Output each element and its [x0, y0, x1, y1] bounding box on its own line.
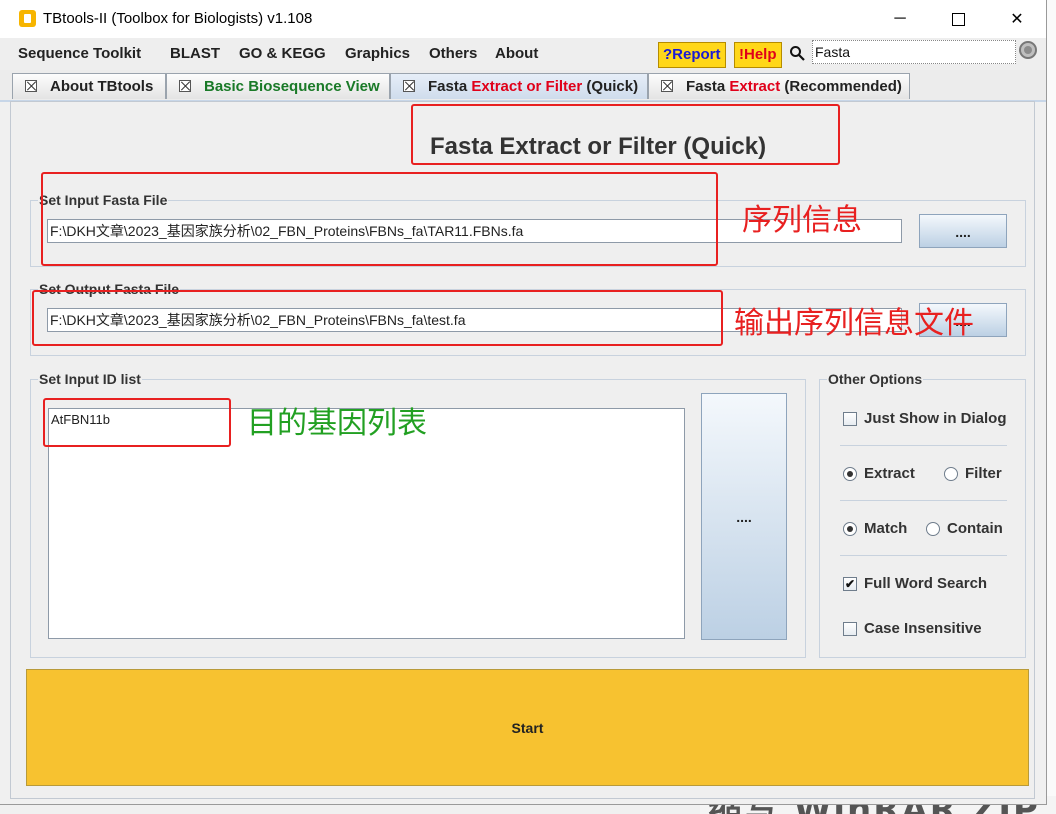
- full-word-checkbox[interactable]: ✔: [843, 577, 857, 591]
- id-list-browse-button[interactable]: ....: [701, 393, 787, 640]
- case-insensitive-checkbox[interactable]: [843, 622, 857, 636]
- input-fasta-browse-button[interactable]: ....: [919, 214, 1007, 248]
- search-go-icon[interactable]: [1019, 41, 1037, 59]
- tab-label-part: Fasta: [428, 78, 472, 95]
- contain-radio[interactable]: [926, 522, 940, 536]
- just-show-label[interactable]: Just Show in Dialog: [864, 410, 1007, 427]
- menu-others[interactable]: Others: [429, 45, 477, 62]
- annotation-idlist-box: [43, 398, 231, 447]
- filter-radio[interactable]: [944, 467, 958, 481]
- annotation-output-info: 输出序列信息文件: [734, 306, 974, 341]
- annotation-input-box: [41, 172, 718, 266]
- tab-fasta-extract-recommended[interactable]: Fasta Extract (Recommended): [648, 73, 910, 99]
- title-bar: TBtools-II (Toolbox for Biologists) v1.1…: [0, 0, 1046, 38]
- options-divider: [840, 500, 1007, 501]
- maximize-button[interactable]: [929, 0, 987, 38]
- tab-fasta-extract-filter-quick[interactable]: Fasta Extract or Filter (Quick): [390, 73, 648, 99]
- menu-sequence-toolkit[interactable]: Sequence Toolkit: [18, 45, 141, 62]
- desktop-background: [1046, 0, 1056, 814]
- tab-close-icon[interactable]: [403, 80, 415, 92]
- other-options-label: Other Options: [827, 371, 924, 387]
- menu-about[interactable]: About: [495, 45, 538, 62]
- match-radio[interactable]: [843, 522, 857, 536]
- options-divider: [840, 445, 1007, 446]
- tab-basic-biosequence-view[interactable]: Basic Biosequence View: [166, 73, 390, 99]
- tab-label-highlight: Extract: [729, 78, 781, 95]
- tab-close-icon[interactable]: [179, 80, 191, 92]
- window-title: TBtools-II (Toolbox for Biologists) v1.1…: [43, 10, 313, 27]
- tab-about-tbtools[interactable]: About TBtools: [12, 73, 166, 99]
- tbtools-logo-icon: [19, 10, 36, 27]
- case-insensitive-label[interactable]: Case Insensitive: [864, 620, 982, 637]
- menu-go-kegg[interactable]: GO & KEGG: [239, 45, 326, 62]
- tab-strip: About TBtools Basic Biosequence View Fas…: [0, 70, 1046, 102]
- tab-label-highlight: Extract or Filter: [471, 78, 583, 95]
- menu-blast[interactable]: BLAST: [170, 45, 220, 62]
- full-word-label[interactable]: Full Word Search: [864, 575, 987, 592]
- annotation-title-box: [411, 104, 840, 165]
- search-icon: [790, 46, 805, 61]
- start-button[interactable]: Start: [26, 669, 1029, 786]
- annotation-output-box: [32, 290, 723, 346]
- extract-label[interactable]: Extract: [864, 465, 915, 482]
- tab-label: Fasta Extract (Recommended): [686, 74, 902, 99]
- tab-label-part: Fasta: [686, 78, 730, 95]
- contain-label[interactable]: Contain: [947, 520, 1003, 537]
- match-label[interactable]: Match: [864, 520, 907, 537]
- help-button[interactable]: !Help: [734, 42, 782, 68]
- menu-bar: Sequence Toolkit BLAST GO & KEGG Graphic…: [0, 38, 1046, 70]
- extract-radio[interactable]: [843, 467, 857, 481]
- tab-label-part: (Recommended): [780, 78, 902, 95]
- options-divider: [840, 555, 1007, 556]
- app-window: TBtools-II (Toolbox for Biologists) v1.1…: [0, 0, 1047, 805]
- tab-label-part: (Quick): [582, 78, 639, 95]
- annotation-seq-info: 序列信息: [742, 203, 862, 238]
- tab-label: Fasta Extract or Filter (Quick): [428, 74, 638, 99]
- tab-close-icon[interactable]: [25, 80, 37, 92]
- filter-label[interactable]: Filter: [965, 465, 1002, 482]
- annotation-target-genes: 目的基因列表: [247, 406, 427, 441]
- maximize-icon: [951, 12, 965, 26]
- just-show-checkbox[interactable]: [843, 412, 857, 426]
- search-input[interactable]: Fasta: [812, 40, 1016, 64]
- report-button[interactable]: ?Report: [658, 42, 726, 68]
- id-list-label: Set Input ID list: [38, 371, 142, 387]
- tab-close-icon[interactable]: [661, 80, 673, 92]
- tab-label: Basic Biosequence View: [204, 78, 380, 95]
- close-button[interactable]: ✕: [988, 0, 1046, 38]
- tab-label: About TBtools: [50, 78, 154, 95]
- menu-graphics[interactable]: Graphics: [345, 45, 410, 62]
- minimize-button[interactable]: ─: [871, 0, 929, 38]
